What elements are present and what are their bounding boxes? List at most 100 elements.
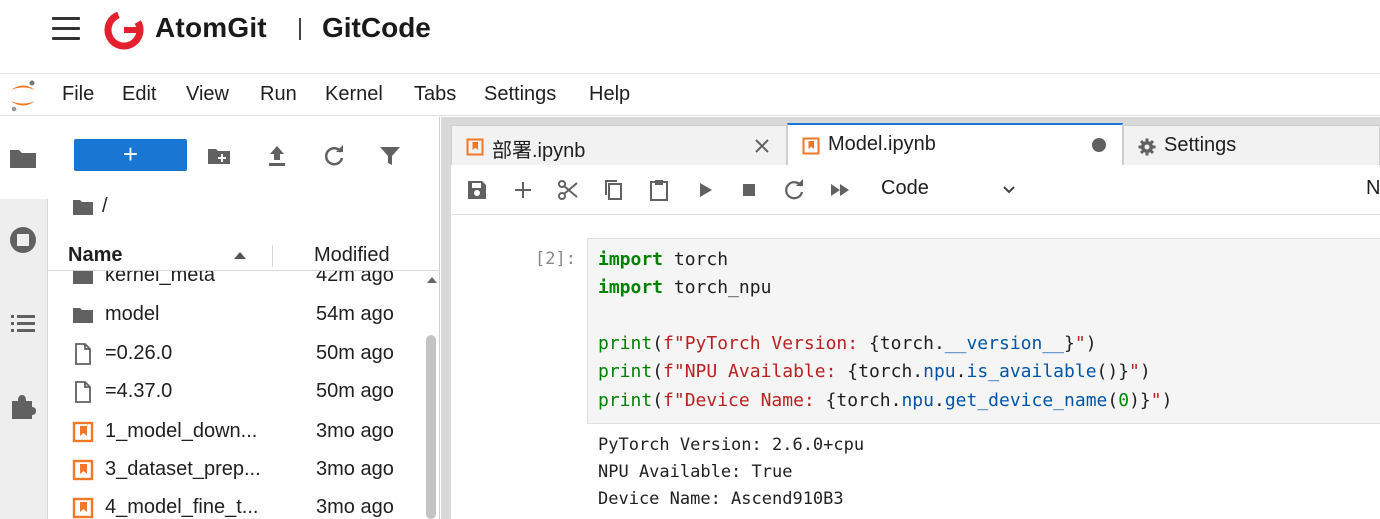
file-modified: 42m ago [316, 271, 394, 286]
notebook-panel: Code N [2]: import torch import torch_np… [451, 165, 1380, 519]
file-modified: 50m ago [316, 380, 394, 402]
copy-icon[interactable] [601, 178, 625, 202]
code-line-6[interactable]: print(f"Device Name: {torch.npu.get_devi… [598, 390, 1172, 411]
file-name: 1_model_down... [105, 420, 258, 442]
file-row-notebook[interactable]: 3_dataset_prep... 3mo ago [48, 451, 424, 489]
chevron-down-icon [1003, 186, 1015, 194]
notebook-icon [802, 137, 820, 155]
tab-label: 部署.ipynb [492, 140, 586, 162]
column-header-name[interactable]: Name [68, 244, 122, 267]
upload-icon[interactable] [264, 143, 290, 169]
tab-deploy-notebook[interactable]: 部署.ipynb [451, 125, 787, 165]
menu-bar: File Edit View Run Kernel Tabs Settings … [0, 74, 1380, 116]
running-icon[interactable] [8, 225, 38, 255]
menu-edit[interactable]: Edit [122, 83, 156, 106]
code-cell-editor[interactable]: import torch import torch_npu print(f"Py… [587, 238, 1380, 424]
brand-name-atomgit[interactable]: AtomGit [155, 12, 267, 44]
tab-label: Model.ipynb [828, 133, 936, 155]
file-browser-panel: + / Name Modified kernel_meta 42m ago mo… [48, 117, 440, 519]
file-name: =4.37.0 [105, 380, 173, 402]
brand-separator [299, 18, 301, 40]
code-line-1[interactable]: import torch [598, 249, 728, 270]
main-dock-area: 部署.ipynb Model.ipynb Settings Code N [2]… [441, 117, 1380, 519]
file-icon [75, 381, 91, 403]
cut-icon[interactable] [556, 178, 580, 202]
file-list-scrollbar[interactable] [424, 271, 438, 519]
tab-label: Settings [1164, 134, 1237, 156]
cell-execution-prompt: [2]: [535, 249, 576, 269]
notebook-icon [466, 138, 484, 156]
add-cell-icon[interactable] [511, 178, 535, 202]
menu-view[interactable]: View [186, 83, 229, 106]
tab-settings[interactable]: Settings [1123, 125, 1380, 165]
menu-run[interactable]: Run [260, 83, 297, 106]
activity-bar [0, 117, 48, 519]
jupyter-logo-icon [11, 80, 35, 112]
breadcrumb-folder-icon [73, 200, 93, 215]
cell-type-value: Code [881, 177, 929, 199]
file-row-notebook[interactable]: 4_model_fine_t... 3mo ago [48, 489, 424, 519]
cell-type-select[interactable]: Code [881, 177, 1021, 203]
unsaved-dot-icon[interactable] [1092, 138, 1106, 152]
code-line-5[interactable]: print(f"NPU Available: {torch.npu.is_ava… [598, 361, 1151, 382]
new-launcher-button[interactable]: + [74, 139, 187, 171]
menu-settings[interactable]: Settings [484, 83, 556, 106]
document-tab-bar: 部署.ipynb Model.ipynb Settings [451, 123, 1380, 165]
file-modified: 3mo ago [316, 420, 394, 442]
file-modified: 50m ago [316, 342, 394, 364]
filter-icon[interactable] [377, 143, 403, 169]
sort-ascending-icon[interactable] [234, 252, 246, 259]
notebook-icon [72, 497, 94, 519]
file-icon [75, 343, 91, 365]
menu-tabs[interactable]: Tabs [414, 83, 456, 106]
file-row-4-37-0[interactable]: =4.37.0 50m ago [48, 373, 424, 411]
code-line-4[interactable]: print(f"PyTorch Version: {torch.__versio… [598, 333, 1097, 354]
stop-icon[interactable] [737, 178, 761, 202]
close-icon[interactable] [752, 136, 772, 156]
file-name: kernel_meta [105, 271, 216, 286]
paste-icon[interactable] [647, 178, 671, 202]
new-folder-icon[interactable] [206, 143, 232, 169]
scroll-up-arrow-icon[interactable] [427, 277, 437, 283]
hamburger-menu-icon[interactable] [50, 14, 82, 44]
scrollbar-thumb[interactable] [426, 335, 436, 519]
file-modified: 3mo ago [316, 458, 394, 480]
refresh-icon[interactable] [321, 143, 347, 169]
file-row-notebook[interactable]: 1_model_down... 3mo ago [48, 413, 424, 451]
restart-icon[interactable] [782, 178, 806, 202]
notebook-icon [72, 421, 94, 443]
run-all-icon[interactable] [828, 178, 852, 202]
menu-kernel[interactable]: Kernel [325, 83, 383, 106]
column-header-modified[interactable]: Modified [314, 244, 390, 267]
file-modified: 54m ago [316, 303, 394, 325]
toc-icon[interactable] [8, 309, 38, 339]
file-name: 3_dataset_prep... [105, 458, 261, 480]
atomgit-logo-icon [104, 10, 144, 50]
tab-model-notebook[interactable]: Model.ipynb [787, 123, 1123, 165]
brand-name-gitcode[interactable]: GitCode [322, 12, 431, 44]
file-row-kernel-meta[interactable]: kernel_meta 42m ago [48, 271, 424, 295]
menu-help[interactable]: Help [589, 83, 630, 106]
folder-icon[interactable] [8, 143, 38, 173]
notebook-toolbar: Code N [451, 165, 1380, 215]
file-name: model [105, 303, 160, 325]
run-icon[interactable] [693, 178, 717, 202]
file-row-0-26-0[interactable]: =0.26.0 50m ago [48, 335, 424, 373]
file-list: kernel_meta 42m ago model 54m ago =0.26.… [48, 271, 440, 519]
code-line-2[interactable]: import torch_npu [598, 277, 771, 298]
notebook-icon [72, 459, 94, 481]
file-name: =0.26.0 [105, 342, 173, 364]
gear-icon [1138, 138, 1156, 156]
file-name: 4_model_fine_t... [105, 496, 259, 518]
menu-file[interactable]: File [62, 83, 94, 106]
column-resize-handle[interactable] [272, 245, 273, 267]
save-icon[interactable] [465, 178, 489, 202]
cell-output-line: NPU Available: True [598, 462, 793, 482]
cell-output-line: Device Name: Ascend910B3 [598, 489, 844, 509]
file-row-model[interactable]: model 54m ago [48, 296, 424, 334]
extension-icon[interactable] [8, 391, 38, 421]
folder-icon [73, 308, 93, 323]
breadcrumb-path[interactable]: / [102, 195, 108, 218]
brand-bar: AtomGit GitCode [0, 0, 1380, 74]
kernel-name-label[interactable]: N [1366, 177, 1380, 200]
